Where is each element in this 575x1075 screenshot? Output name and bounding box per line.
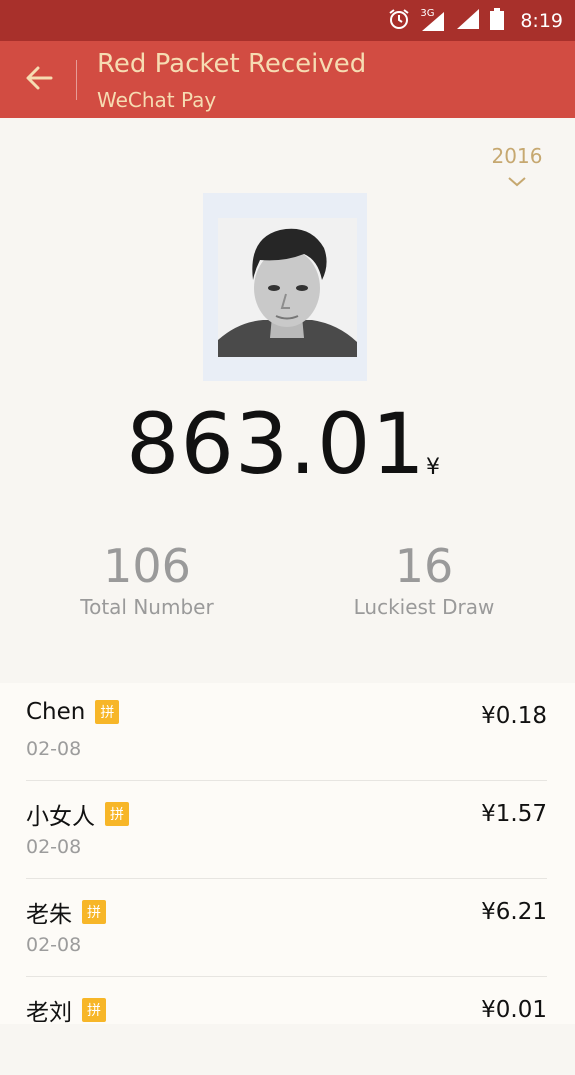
signal-3g-icon: 3G xyxy=(420,7,446,32)
back-button[interactable] xyxy=(14,55,64,105)
packet-date: 02-08 xyxy=(26,934,82,956)
packet-amount: ¥0.18 xyxy=(481,703,547,729)
avatar[interactable] xyxy=(218,218,357,357)
currency-symbol: ¥ xyxy=(426,455,440,480)
list-item[interactable]: 老朱 拼 02-08 ¥6.21 xyxy=(0,879,575,977)
app-bar: Red Packet Received WeChat Pay xyxy=(0,41,575,118)
group-packet-badge: 拼 xyxy=(82,900,106,924)
total-number-value: 106 xyxy=(103,539,191,593)
sender-name: Chen xyxy=(26,699,86,725)
year-selector[interactable]: 2016 xyxy=(487,144,547,191)
group-packet-badge: 拼 xyxy=(95,700,120,724)
avatar-frame xyxy=(203,193,367,381)
total-number-label: Total Number xyxy=(80,594,214,619)
stat-total-number: 106 Total Number xyxy=(27,540,267,619)
packet-date: 02-08 xyxy=(26,836,82,858)
list-item[interactable]: 老刘 拼 ¥0.01 xyxy=(0,977,575,1075)
group-packet-badge: 拼 xyxy=(105,802,129,826)
packet-list: Chen 拼 02-08 ¥0.18 小女人 拼 02-08 ¥1.57 老朱 … xyxy=(0,683,575,1026)
status-bar: 3G 8:19 xyxy=(0,0,575,41)
back-arrow-icon xyxy=(25,64,53,96)
amount-row: 863.01 ¥ xyxy=(0,395,575,505)
luckiest-draw-value: 16 xyxy=(394,539,454,593)
sender-name: 老朱 xyxy=(26,902,72,928)
total-amount: 863.01 xyxy=(126,395,426,493)
page-subtitle: WeChat Pay xyxy=(97,88,217,112)
luckiest-draw-label: Luckiest Draw xyxy=(353,594,495,619)
chevron-down-icon xyxy=(487,172,547,191)
list-item[interactable]: 小女人 拼 02-08 ¥1.57 xyxy=(0,781,575,879)
signal-icon xyxy=(456,8,480,34)
alarm-icon xyxy=(388,8,410,34)
header-divider xyxy=(76,60,77,100)
status-time: 8:19 xyxy=(520,9,563,32)
page-title: Red Packet Received xyxy=(97,49,367,79)
sender-name: 小女人 xyxy=(26,804,95,830)
list-item[interactable]: Chen 拼 02-08 ¥0.18 xyxy=(0,683,575,781)
year-label: 2016 xyxy=(491,144,543,168)
packet-date: 02-08 xyxy=(26,738,82,760)
packet-amount: ¥6.21 xyxy=(481,899,547,925)
packet-amount: ¥1.57 xyxy=(481,801,547,827)
stat-luckiest-draw: 16 Luckiest Draw xyxy=(304,540,544,619)
packet-amount: ¥0.01 xyxy=(481,997,547,1023)
group-packet-badge: 拼 xyxy=(82,998,106,1022)
network-label: 3G xyxy=(420,7,435,19)
battery-icon xyxy=(490,7,505,34)
sender-name: 老刘 xyxy=(26,1000,72,1026)
